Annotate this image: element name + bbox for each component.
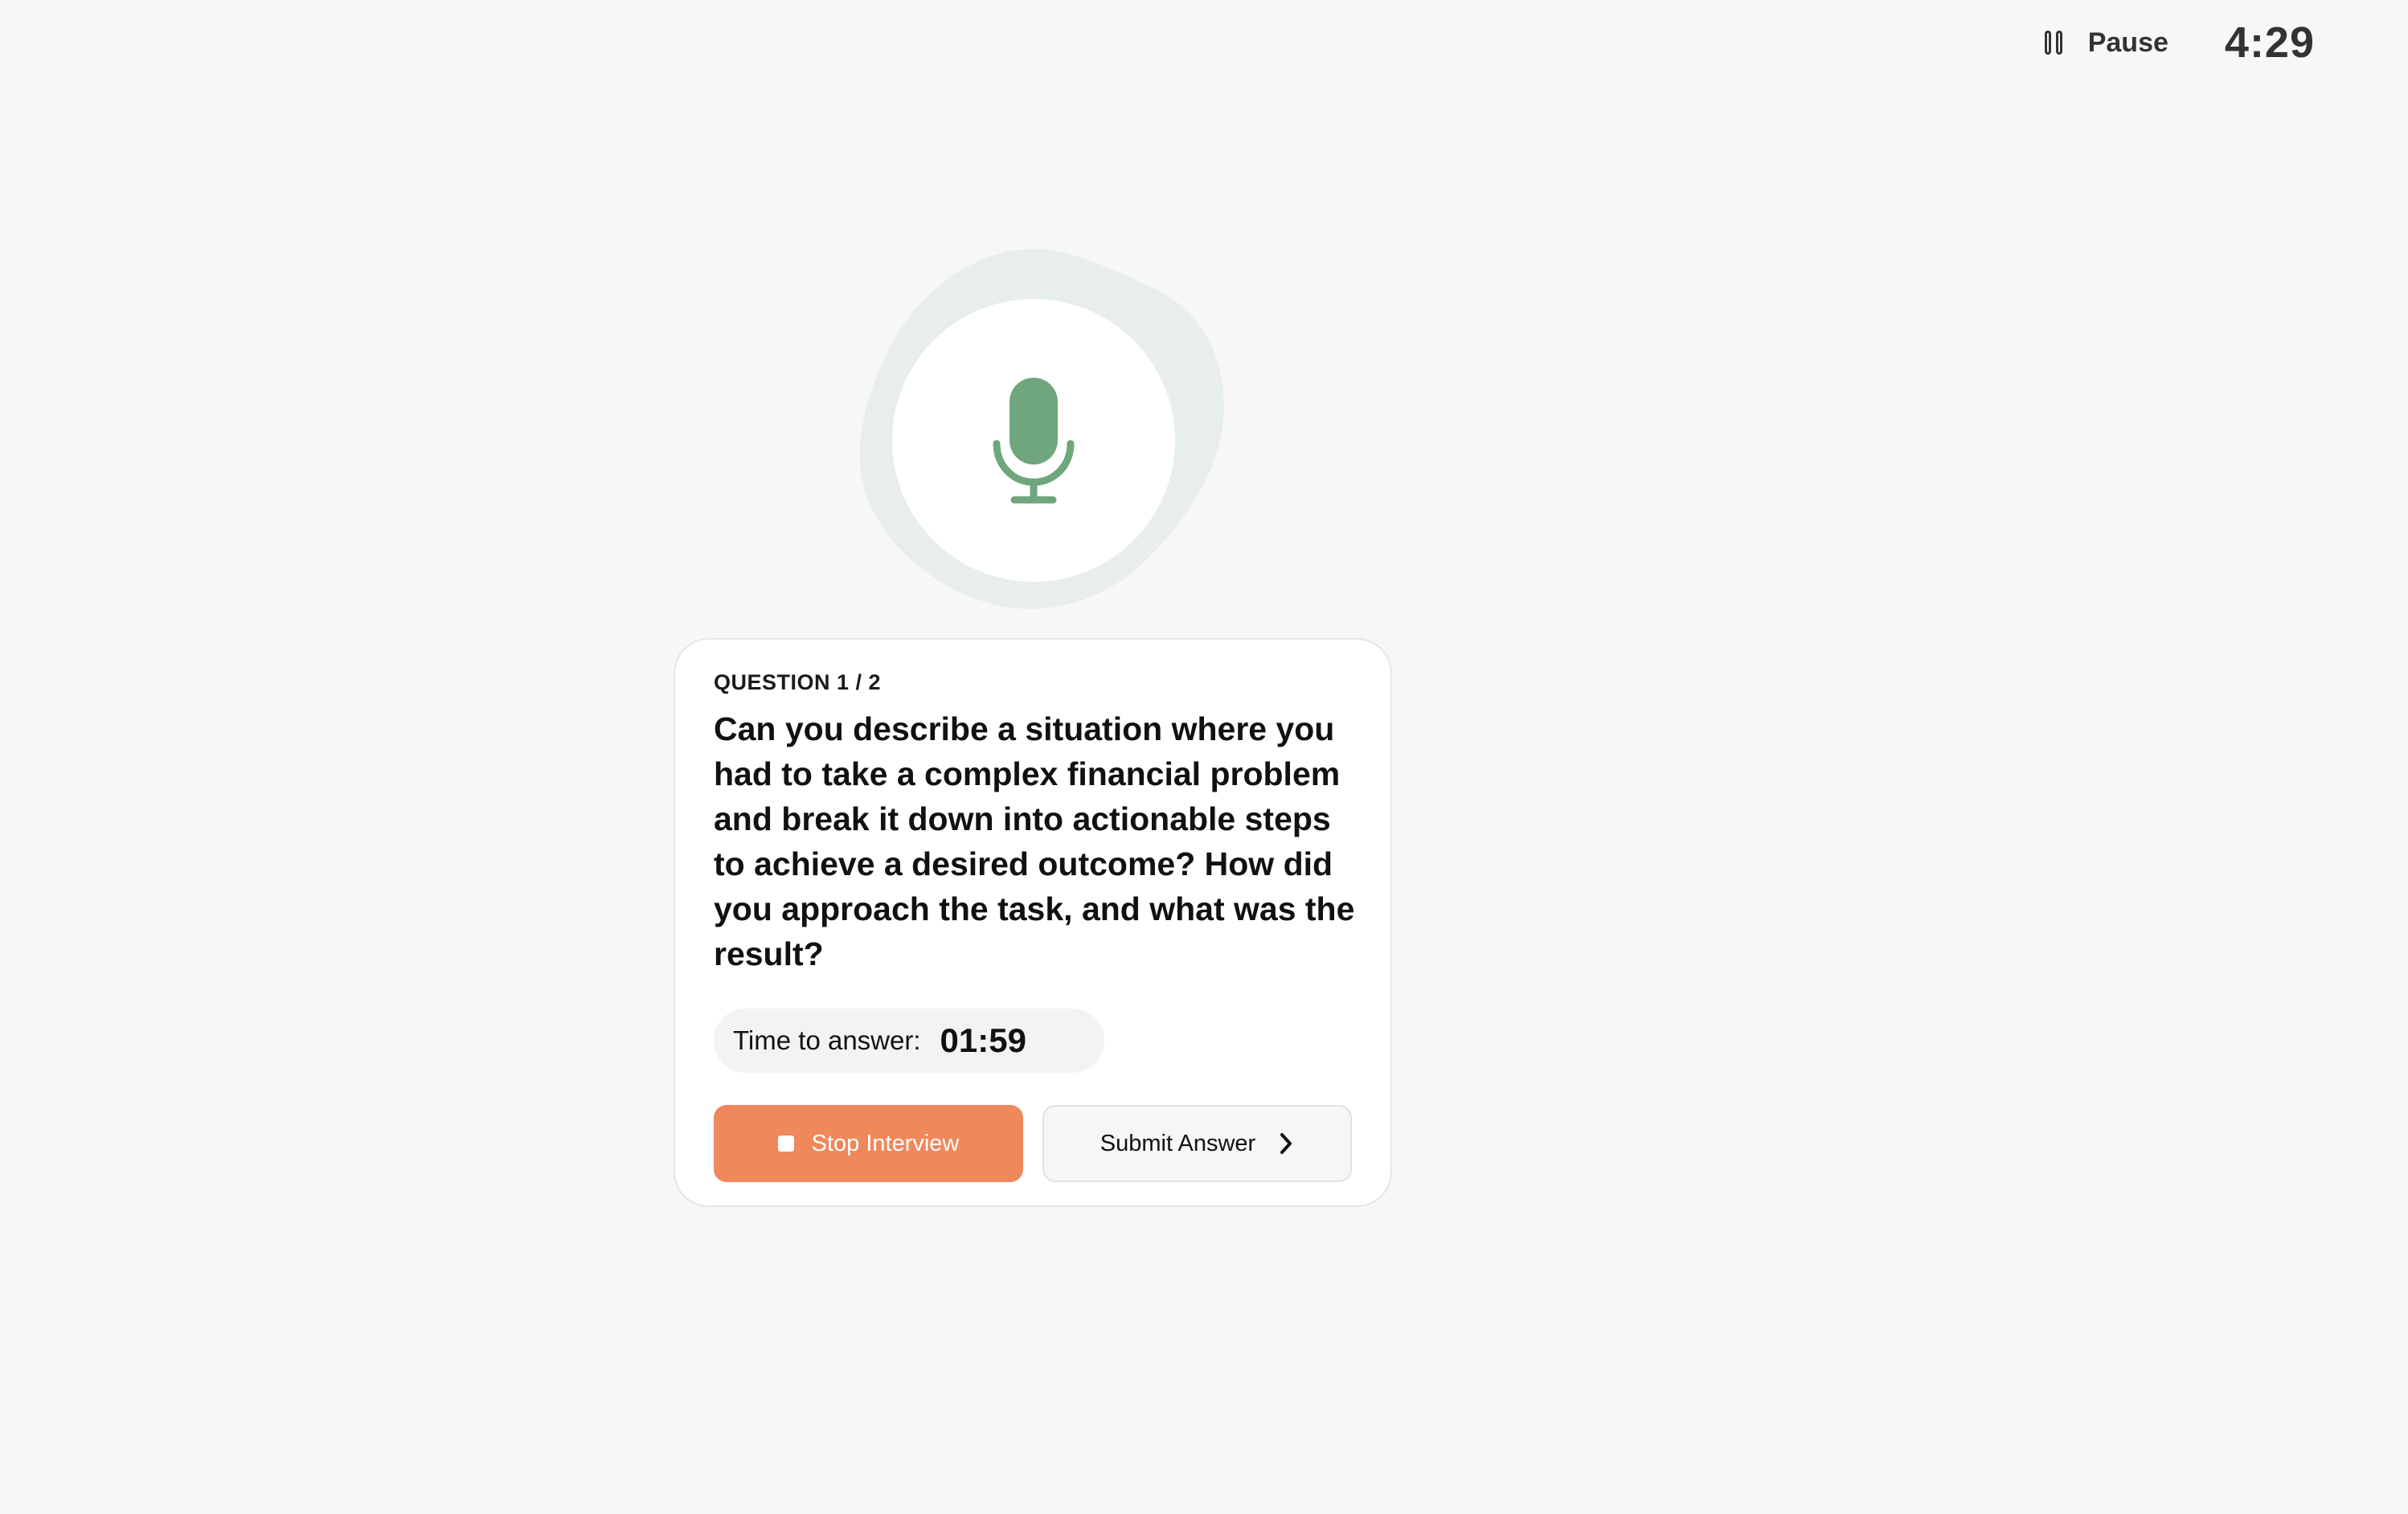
microphone-icon [993, 378, 1075, 504]
question-card: QUESTION 1 / 2 Can you describe a situat… [674, 638, 1392, 1207]
question-text: Can you describe a situation where you h… [714, 710, 1355, 972]
pause-icon [2044, 28, 2069, 57]
pause-label: Pause [2087, 27, 2168, 58]
action-buttons: Stop Interview Submit Answer [714, 1105, 1352, 1182]
question-counter: QUESTION 1 / 2 [714, 670, 882, 694]
answer-timer-value: 01:59 [940, 1021, 1026, 1059]
submit-answer-button[interactable]: Submit Answer [1042, 1105, 1352, 1182]
interview-timer: 4:29 [2224, 18, 2315, 67]
microphone-indicator [857, 246, 1227, 616]
pause-button[interactable]: Pause [2044, 27, 2168, 59]
stop-interview-button[interactable]: Stop Interview [714, 1105, 1023, 1182]
stop-icon [777, 1136, 794, 1152]
answer-timer-label: Time to answer: [733, 1025, 921, 1055]
stop-interview-label: Stop Interview [811, 1130, 960, 1156]
submit-answer-label: Submit Answer [1100, 1130, 1256, 1156]
answer-timer: Time to answer: 01:59 [714, 1009, 1104, 1073]
chevron-right-icon [1280, 1133, 1292, 1154]
top-bar: Pause 4:29 [2044, 18, 2315, 68]
mic-circle [892, 299, 1175, 582]
